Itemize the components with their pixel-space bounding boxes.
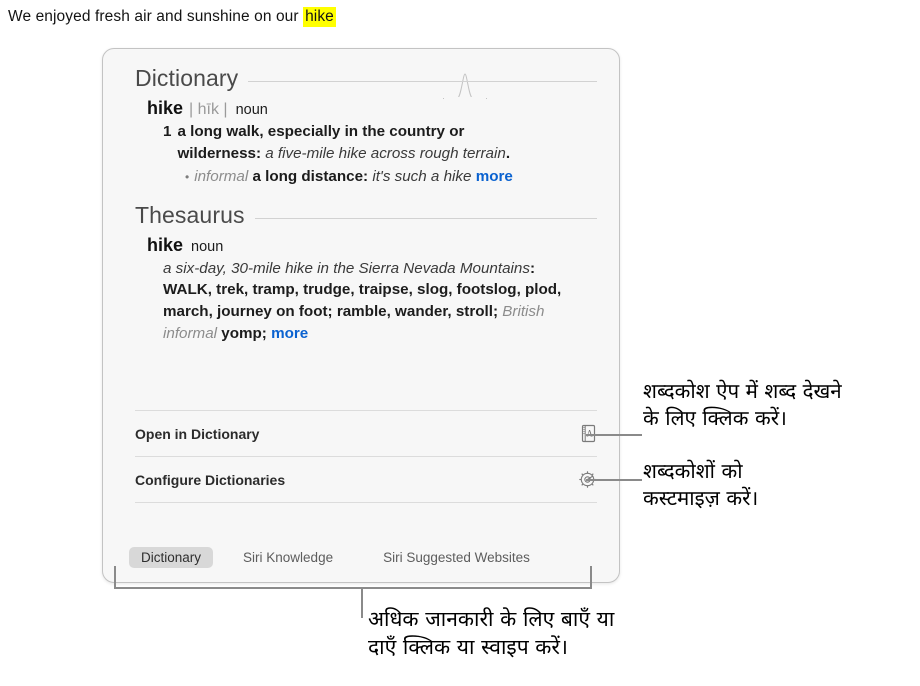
sense-terminator: . xyxy=(505,144,511,162)
action-open-in-dictionary[interactable]: Open in Dictionary A xyxy=(135,410,597,456)
dictionary-section-title: Dictionary xyxy=(135,65,239,91)
action-label: Open in Dictionary xyxy=(135,425,260,442)
thesaurus-section-header: Thesaurus xyxy=(135,202,597,229)
popover-content: Dictionary hike | hīk | noun 1 a long walk… xyxy=(103,49,619,345)
leader-line-tabs-vertical xyxy=(361,588,363,618)
annotation-configure-dictionaries: शब्दकोशों को कस्टमाइज़ करें। xyxy=(643,459,759,511)
leader-bracket-tabs xyxy=(114,566,592,606)
definition-sense: 1 a long walk, especially in the country… xyxy=(147,121,597,164)
highlighted-word[interactable]: hike xyxy=(303,7,336,27)
tab-dictionary[interactable]: Dictionary xyxy=(129,547,214,568)
subsense-example: it's such a hike xyxy=(372,168,472,186)
section-divider-rule xyxy=(248,81,597,82)
thesaurus-more-link[interactable]: more xyxy=(271,325,308,342)
action-label: Configure Dictionaries xyxy=(135,471,286,488)
thesaurus-register-synonym: yomp; xyxy=(221,324,267,342)
sense-number: 1 xyxy=(163,123,172,140)
popover-actions: Open in Dictionary A Configure Dictionar… xyxy=(135,410,597,503)
part-of-speech: noun xyxy=(235,102,268,118)
thesaurus-headword-line: hike noun xyxy=(147,235,597,256)
dictionary-entry: hike | hīk | noun 1 a long walk, especiall… xyxy=(135,98,597,188)
bullet-icon: • xyxy=(185,170,190,185)
popover-tabbar: Dictionary Siri Knowledge Siri Suggested… xyxy=(103,547,619,568)
dictionary-headword: hike xyxy=(147,98,184,118)
leader-line-configure-dictionaries xyxy=(586,479,642,481)
definition-subsense: • informal a long distance: it's such a h… xyxy=(147,166,585,188)
thesaurus-primary-synonym: WALK xyxy=(163,281,208,299)
dictionary-more-link[interactable]: more xyxy=(476,168,513,185)
thesaurus-section-title: Thesaurus xyxy=(135,201,245,228)
dictionary-section-header: Dictionary xyxy=(135,65,597,92)
thesaurus-part-of-speech: noun xyxy=(191,238,224,255)
subsense-definition: a long distance: xyxy=(252,168,369,186)
dictionary-headword-line: hike | hīk | noun xyxy=(147,98,597,119)
subsense-register: informal xyxy=(194,168,249,186)
action-configure-dictionaries[interactable]: Configure Dictionaries xyxy=(135,456,597,503)
thesaurus-colon: : xyxy=(529,259,535,277)
tab-siri-suggested-websites[interactable]: Siri Suggested Websites xyxy=(371,547,542,568)
sense-example: a five-mile hike across rough terrain xyxy=(265,144,506,162)
thesaurus-entry: hike noun a six-day, 30-mile hike in the … xyxy=(135,235,597,345)
sentence-text: We enjoyed fresh air and sunshine on our xyxy=(8,8,304,25)
dictionary-popover: Dictionary hike | hīk | noun 1 a long walk… xyxy=(102,48,620,583)
tab-siri-knowledge[interactable]: Siri Knowledge xyxy=(231,547,345,568)
section-divider-rule xyxy=(254,217,597,219)
annotation-tabs-hint: अधिक जानकारी के लिए बाएँ या दाएँ क्लिक य… xyxy=(368,607,615,659)
leader-line-open-in-dictionary xyxy=(586,434,642,436)
source-sentence: We enjoyed fresh air and sunshine on our… xyxy=(8,7,336,27)
annotation-open-in-dictionary: शब्दकोश ऐप में शब्द देखने के लिए क्लिक क… xyxy=(643,379,842,431)
thesaurus-example: a six-day, 30-mile hike in the Sierra Ne… xyxy=(163,259,530,277)
thesaurus-synonyms: a six-day, 30-mile hike in the Sierra Ne… xyxy=(147,258,563,345)
thesaurus-headword: hike xyxy=(147,234,184,255)
pronunciation: | hīk | xyxy=(189,101,228,118)
